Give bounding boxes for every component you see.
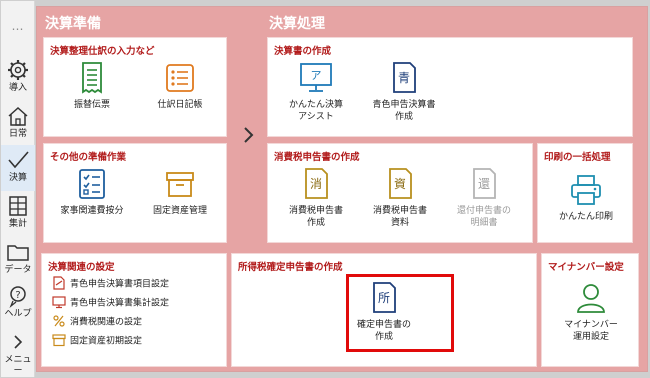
sidebar-item-label: メニュー — [4, 355, 32, 376]
svg-text:資: 資 — [394, 177, 406, 191]
panel-shohizei: 消費税申告書の作成 消 消費税申告書 作成 資 消費税申告書 資料 還 還付申告… — [267, 143, 533, 243]
tile-shohizei-shiryo[interactable]: 資 消費税申告書 資料 — [358, 166, 442, 229]
sidebar-item-label: 導入 — [8, 83, 27, 93]
tile-label: 還付申告書の 明細書 — [456, 206, 511, 228]
document-icon: 青 — [393, 62, 416, 93]
panel-title: 決算整理仕訳の入力など — [50, 46, 155, 57]
panel-title: 所得税確定申告書の作成 — [238, 262, 343, 273]
highlight-box — [346, 274, 454, 352]
check-icon — [8, 151, 29, 169]
panel-title: 決算関連の設定 — [48, 262, 115, 273]
sidebar-item-data[interactable]: データ — [1, 237, 35, 283]
home-icon — [8, 106, 28, 126]
document-icon: 還 — [473, 168, 496, 199]
tile-kaji-kanrenhi[interactable]: 家事関連費按分 — [50, 166, 134, 217]
area-title: 決算準備 — [45, 16, 101, 32]
tile-label: 消費税申告書 資料 — [372, 206, 427, 228]
person-icon — [577, 284, 605, 313]
sidebar-item-closing[interactable]: 決算 — [1, 145, 35, 191]
table-icon — [9, 196, 27, 216]
sidebar-item-summary[interactable]: 集計 — [1, 191, 35, 237]
panel-title: 決算書の作成 — [274, 46, 332, 57]
panel-title: マイナンバー設定 — [548, 262, 624, 273]
tile-label: 家事関連費按分 — [60, 206, 124, 216]
sidebar: … 導入 日常 決算 集計 データ ? ヘルプ メニュー — [1, 1, 35, 377]
tile-label: 仕訳日記帳 — [157, 100, 203, 110]
tile-label: かんたん決算 アシスト — [288, 100, 343, 122]
tile-kotei-shisan[interactable]: 固定資産管理 — [138, 166, 222, 217]
panel-kessansho-sakusei: 決算書の作成 ア かんたん決算 アシスト 青 青色申告決算書 作成 — [267, 37, 633, 137]
link-aoiro-shukei[interactable]: 青色申告決算書集計設定 — [52, 295, 169, 311]
tile-label: かんたん印刷 — [558, 212, 613, 222]
monitor-icon: ア — [300, 63, 332, 92]
percent-icon — [53, 315, 65, 327]
sidebar-item-label: ヘルプ — [4, 309, 32, 319]
tile-mynumber-unyo[interactable]: マイナンバー 運用設定 — [549, 280, 633, 343]
panel-title: 消費税申告書の作成 — [274, 152, 360, 163]
gear-icon — [8, 60, 28, 80]
receipt-icon — [82, 62, 102, 94]
panel-insatsu: 印刷の一括処理 かんたん印刷 — [537, 143, 633, 243]
area-kessan-junbi: 決算準備 決算整理仕訳の入力など 振替伝票 仕訳日記帳 その他の準備作業 家事関… — [39, 9, 231, 249]
document-icon: 資 — [389, 168, 412, 199]
panel-kanren-settei: 決算関連の設定 青色申告決算書項目設定 青色申告決算書集計設定 消費税関連の設定… — [41, 253, 227, 367]
chevron-right-icon — [14, 335, 23, 349]
tile-label: 消費税申告書 作成 — [288, 206, 343, 228]
link-shohizei-settei[interactable]: 消費税関連の設定 — [52, 314, 142, 330]
tile-aoiro-kessansho[interactable]: 青 青色申告決算書 作成 — [362, 60, 446, 123]
svg-text:還: 還 — [478, 177, 490, 191]
doc-edit-icon — [53, 276, 65, 290]
tile-kantan-insatsu[interactable]: かんたん印刷 — [544, 172, 628, 223]
sidebar-item-help[interactable]: ? ヘルプ — [1, 281, 35, 327]
link-aoiro-komoku[interactable]: 青色申告決算書項目設定 — [52, 276, 169, 292]
checklist-icon — [79, 169, 105, 199]
svg-text:青: 青 — [398, 71, 410, 85]
sidebar-item-menu[interactable]: メニュー — [1, 327, 35, 376]
box-icon — [166, 172, 194, 197]
tile-label: マイナンバー 運用設定 — [564, 320, 618, 342]
sidebar-item-daily[interactable]: 日常 — [1, 101, 35, 147]
document-icon: 消 — [305, 168, 328, 199]
panel-sonota: その他の準備作業 家事関連費按分 固定資産管理 — [43, 143, 227, 243]
tile-kantan-kessan[interactable]: ア かんたん決算 アシスト — [274, 60, 358, 123]
box-small-icon — [52, 334, 66, 347]
sidebar-item-label: 日常 — [8, 129, 27, 139]
sidebar-item-label: 集計 — [8, 219, 27, 229]
help-icon: ? — [9, 286, 26, 309]
chevron-right-icon[interactable] — [239, 123, 259, 147]
sidebar-item-label: データ — [4, 265, 32, 275]
printer-icon — [571, 175, 601, 205]
tile-label: 振替伝票 — [73, 100, 110, 110]
sidebar-item-setup[interactable]: 導入 — [1, 55, 35, 101]
panel-title: その他の準備作業 — [50, 152, 127, 163]
main-content: 決算準備 決算整理仕訳の入力など 振替伝票 仕訳日記帳 その他の準備作業 家事関… — [36, 6, 648, 372]
app-window: … 導入 日常 決算 集計 データ ? ヘルプ メニュー 決算準備 決算整理仕訳… — [0, 0, 650, 378]
panel-mynumber: マイナンバー設定 マイナンバー 運用設定 — [541, 253, 639, 367]
tile-shohizei-sakusei[interactable]: 消 消費税申告書 作成 — [274, 166, 358, 229]
monitor-settings-icon — [52, 296, 66, 309]
svg-text:消: 消 — [310, 177, 322, 191]
list-icon — [166, 64, 194, 92]
area-kessan-shori: 決算処理 決算書の作成 ア かんたん決算 アシスト 青 青色申告決算書 作成 消… — [263, 9, 639, 249]
tile-kanpu-meisaisho[interactable]: 還 還付申告書の 明細書 — [442, 166, 526, 229]
tile-furikae-denpyo[interactable]: 振替伝票 — [50, 60, 134, 111]
sidebar-item-label: 決算 — [8, 173, 27, 183]
tile-label: 固定資産管理 — [152, 206, 207, 216]
svg-text:?: ? — [15, 290, 20, 301]
folder-icon — [7, 245, 29, 261]
tile-label: 青色申告決算書 作成 — [372, 100, 436, 122]
panel-title: 印刷の一括処理 — [544, 152, 611, 163]
area-title: 決算処理 — [269, 16, 325, 32]
more-dots[interactable]: … — [1, 19, 35, 33]
panel-shiwake: 決算整理仕訳の入力など 振替伝票 仕訳日記帳 — [43, 37, 227, 137]
tile-shiwake-nikkicho[interactable]: 仕訳日記帳 — [138, 60, 222, 111]
link-kotei-shoki[interactable]: 固定資産初期設定 — [52, 333, 142, 349]
svg-text:ア: ア — [311, 69, 322, 82]
